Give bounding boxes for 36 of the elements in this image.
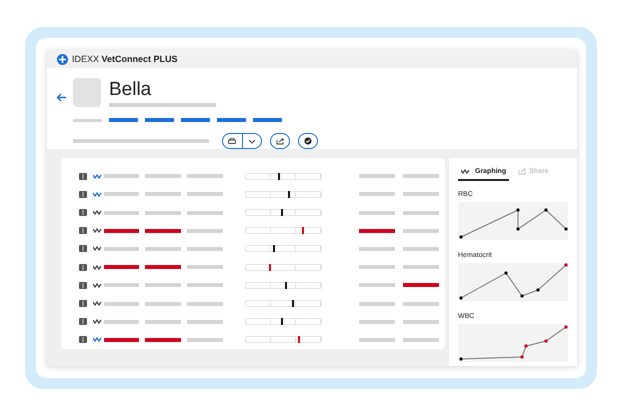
confirm-button[interactable] [298,133,318,149]
book-icon[interactable] [79,336,87,344]
graph-icon[interactable] [93,337,102,342]
graph-icon[interactable] [93,264,102,270]
logo-icon [57,54,68,64]
graph-icon[interactable] [93,301,102,306]
check-circle-icon [304,137,312,145]
chevron-down-icon [248,138,256,144]
book-icon[interactable] [79,209,87,216]
graph-icon[interactable] [93,319,102,324]
book-icon[interactable] [79,227,87,234]
printer-icon [228,138,236,144]
dropdown-button[interactable] [243,133,262,149]
graph-icon[interactable] [93,210,102,215]
graph-icon[interactable] [93,246,102,252]
book-icon[interactable] [79,172,87,180]
book-icon[interactable] [79,282,87,289]
graph-icon[interactable] [93,228,102,234]
back-arrow-icon[interactable] [56,93,67,102]
graph-icon[interactable] [461,169,470,174]
book-icon[interactable] [79,264,87,271]
graph-icon[interactable] [93,174,102,179]
share-button[interactable] [270,133,290,149]
book-icon[interactable] [79,300,87,308]
print-button[interactable] [222,133,243,149]
share-icon [518,168,526,175]
book-icon[interactable] [79,190,87,198]
book-icon[interactable] [79,245,87,252]
graph-icon[interactable] [93,282,102,288]
placeholder-bar [73,118,102,122]
graph-icon[interactable] [93,192,102,197]
share-icon [276,138,284,144]
window-title: IDEXX VetConnect PLUS [72,54,178,64]
book-icon[interactable] [79,318,87,326]
avatar-placeholder [73,78,101,107]
patient-name: Bella [109,78,152,100]
